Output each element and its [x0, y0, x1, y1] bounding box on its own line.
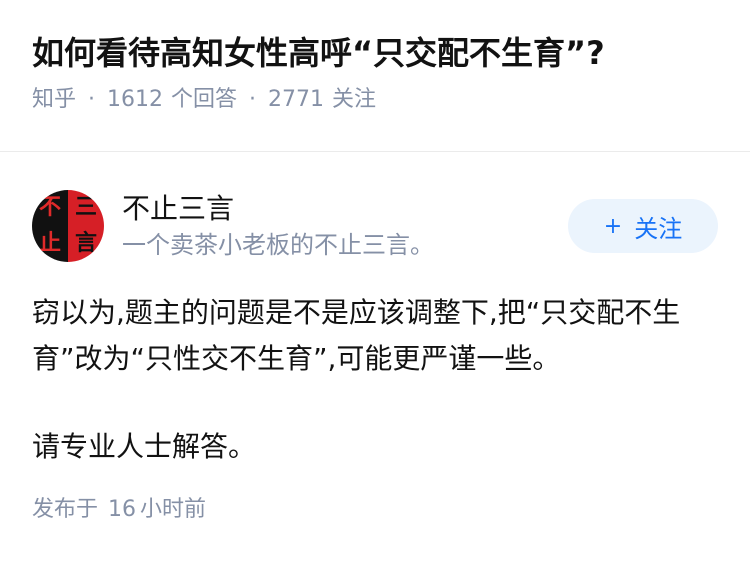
published-time: 16 [108, 497, 137, 522]
answer-paragraph: 窃以为,题主的问题是不是应该调整下,把“只交配不生育”改为“只性交不生育”,可能… [32, 296, 681, 375]
question-title[interactable]: 如何看待高知女性高呼“只交配不生育”? [32, 30, 718, 76]
answer-count: 1612 [107, 87, 164, 112]
follower-count-label: 关注 [332, 87, 377, 112]
avatar-char: 不 [32, 190, 68, 226]
avatar-char: 三 [68, 190, 104, 226]
plus-icon: + [603, 213, 623, 239]
follower-count: 2771 [268, 87, 325, 112]
question-meta: 知乎 · 1612 个回答 · 2771 关注 [32, 84, 718, 116]
published-label: 发布于 [32, 497, 99, 522]
follow-button[interactable]: + 关注 [568, 199, 718, 253]
answer-content[interactable]: 窃以为,题主的问题是不是应该调整下,把“只交配不生育”改为“只性交不生育”,可能… [32, 290, 718, 470]
follow-button-label: 关注 [634, 214, 683, 243]
avatar[interactable]: 不 三 止 言 [32, 190, 104, 262]
avatar-char: 止 [32, 226, 68, 262]
author-name[interactable]: 不止三言 [122, 191, 568, 227]
published-unit: 小时前 [140, 497, 207, 522]
author-info: 不止三言 一个卖茶小老板的不止三言。 [122, 191, 568, 261]
author-bio: 一个卖茶小老板的不止三言。 [122, 231, 434, 259]
source-label[interactable]: 知乎 [32, 84, 76, 116]
meta-separator: · [249, 87, 257, 112]
answer-footer: 发布于 16 小时前 [32, 494, 718, 526]
author-row: 不 三 止 言 不止三言 一个卖茶小老板的不止三言。 + 关注 [32, 186, 718, 266]
answer-card: 不 三 止 言 不止三言 一个卖茶小老板的不止三言。 + 关注 窃以为,题主的问… [0, 152, 750, 526]
meta-separator: · [88, 87, 96, 112]
answer-count-label: 个回答 [171, 87, 238, 112]
question-header: 如何看待高知女性高呼“只交配不生育”? 知乎 · 1612 个回答 · 2771… [0, 0, 750, 121]
avatar-char: 言 [68, 226, 104, 262]
answer-paragraph: 请专业人士解答。 [32, 430, 257, 463]
